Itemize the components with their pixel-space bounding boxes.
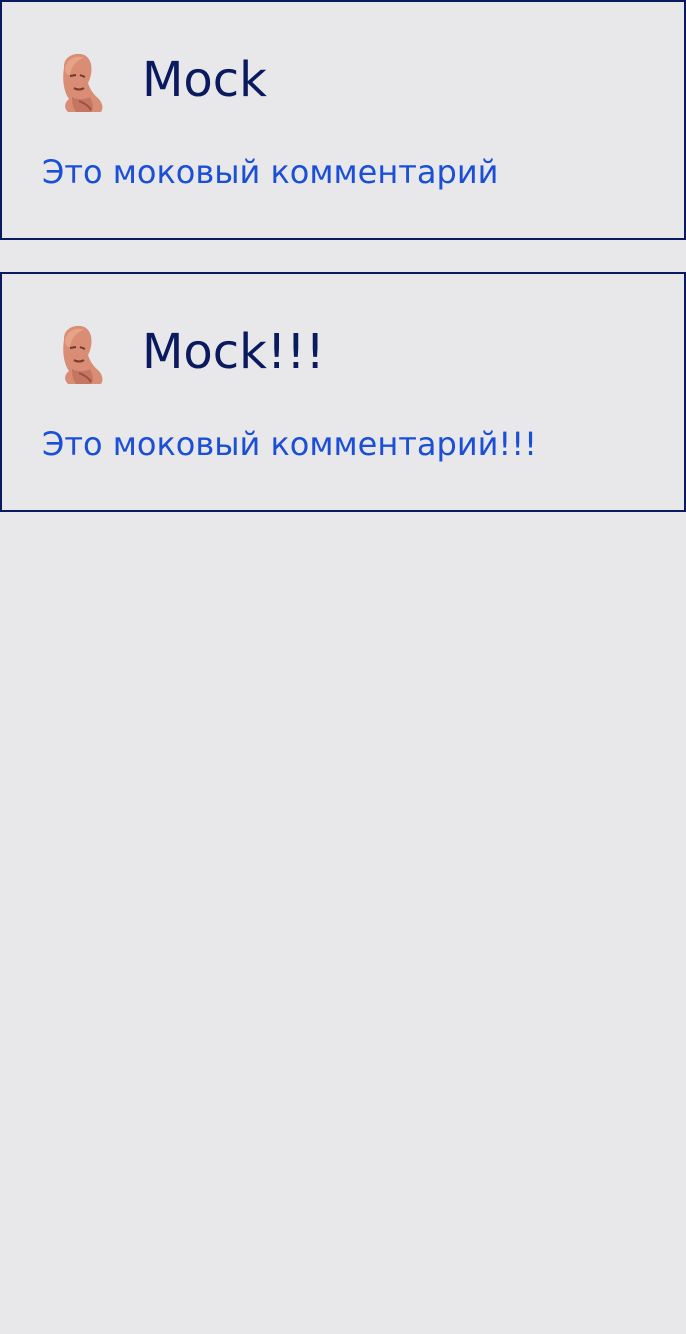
comment-text: Это моковый комментарий!!! <box>42 425 537 463</box>
comment-text: Это моковый комментарий <box>42 153 499 191</box>
comment-card[interactable]: Mock Это моковый комментарий <box>0 0 686 240</box>
comment-list: Mock Это моковый комментарий Mock!!! Это… <box>0 0 686 1334</box>
comment-author: Mock <box>142 52 267 108</box>
avatar-icon <box>46 48 108 114</box>
avatar-icon <box>46 320 108 386</box>
comment-author: Mock!!! <box>142 324 325 380</box>
comment-card[interactable]: Mock!!! Это моковый комментарий!!! <box>0 272 686 512</box>
